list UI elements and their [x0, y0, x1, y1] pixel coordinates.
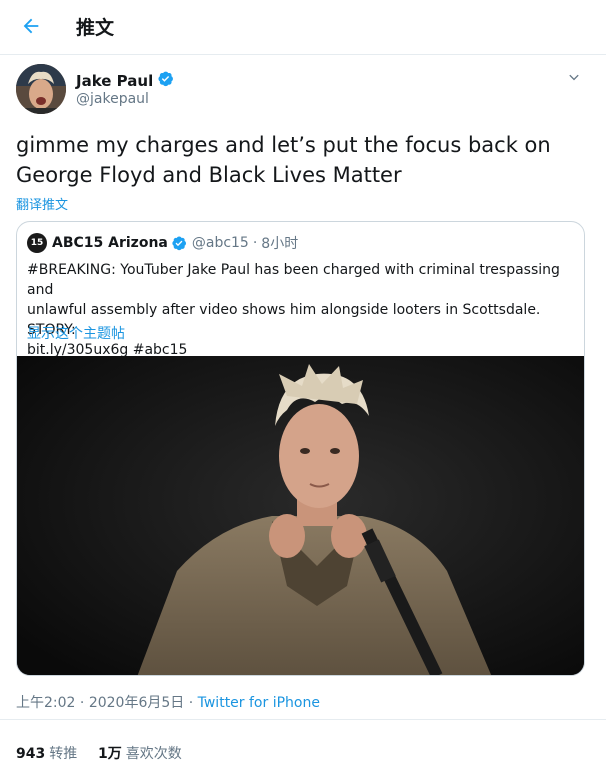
tweet-time[interactable]: 上午2:02 [16, 695, 75, 711]
page-title: 推文 [76, 17, 115, 39]
retweets-label: 转推 [49, 746, 78, 762]
quoted-text-line: #BREAKING: YouTuber Jake Paul has been c… [27, 262, 560, 298]
page-header: 推文 [0, 0, 606, 55]
tweet-text-line: George Floyd and Black Lives Matter [16, 163, 402, 187]
more-options-button[interactable] [564, 70, 584, 90]
quoted-tweet-text: #BREAKING: YouTuber Jake Paul has been c… [27, 260, 572, 360]
translate-tweet-link[interactable]: 翻译推文 [16, 194, 68, 213]
tweet-text-line: gimme my charges and let’s put the focus… [16, 133, 551, 157]
likes-count: 1万 [98, 746, 122, 762]
tweet-text: gimme my charges and let’s put the focus… [16, 130, 590, 190]
quoted-tweet[interactable]: 15 ABC15 Arizona @abc15 · 8小时 #BREAKING:… [16, 221, 585, 676]
author-handle[interactable]: @jakepaul [76, 91, 149, 107]
likes-stat[interactable]: 1万 喜欢次数 [98, 743, 182, 763]
author-name[interactable]: Jake Paul [76, 70, 174, 91]
verified-badge-icon [157, 70, 174, 91]
back-button[interactable] [12, 9, 50, 47]
retweets-stat[interactable]: 943 转推 [16, 743, 77, 763]
tweet-stats: 943 转推 1万 喜欢次数 [0, 719, 606, 773]
author-name-text: Jake Paul [76, 71, 154, 90]
quoted-timestamp: 8小时 [261, 236, 299, 252]
retweets-count: 943 [16, 746, 46, 762]
avatar[interactable] [16, 64, 66, 114]
quoted-tweet-photo[interactable] [17, 356, 584, 675]
quoted-author-handle: @abc15 [191, 235, 249, 251]
chevron-down-icon [566, 70, 582, 90]
arrow-left-icon [20, 15, 42, 41]
verified-badge-icon [171, 235, 187, 251]
separator-dot: · [79, 695, 85, 711]
quoted-tweet-header: 15 ABC15 Arizona @abc15 · 8小时 [27, 233, 298, 253]
tweet-meta: 上午2:02 · 2020年6月5日 · Twitter for iPhone [16, 692, 320, 712]
tweet-author: Jake Paul @jakepaul [16, 64, 590, 116]
likes-label: 喜欢次数 [125, 746, 182, 762]
quoted-author-name: ABC15 Arizona [52, 235, 168, 251]
quoted-avatar-logo-text: 15 [30, 238, 44, 248]
tweet-source-link[interactable]: Twitter for iPhone [198, 695, 320, 711]
show-thread-link[interactable]: 显示这个主题帖 [27, 323, 125, 343]
tweet-date[interactable]: 2020年6月5日 [89, 695, 184, 711]
separator-dot: · [252, 235, 258, 251]
quoted-avatar: 15 [27, 233, 47, 253]
separator-dot: · [188, 695, 194, 711]
